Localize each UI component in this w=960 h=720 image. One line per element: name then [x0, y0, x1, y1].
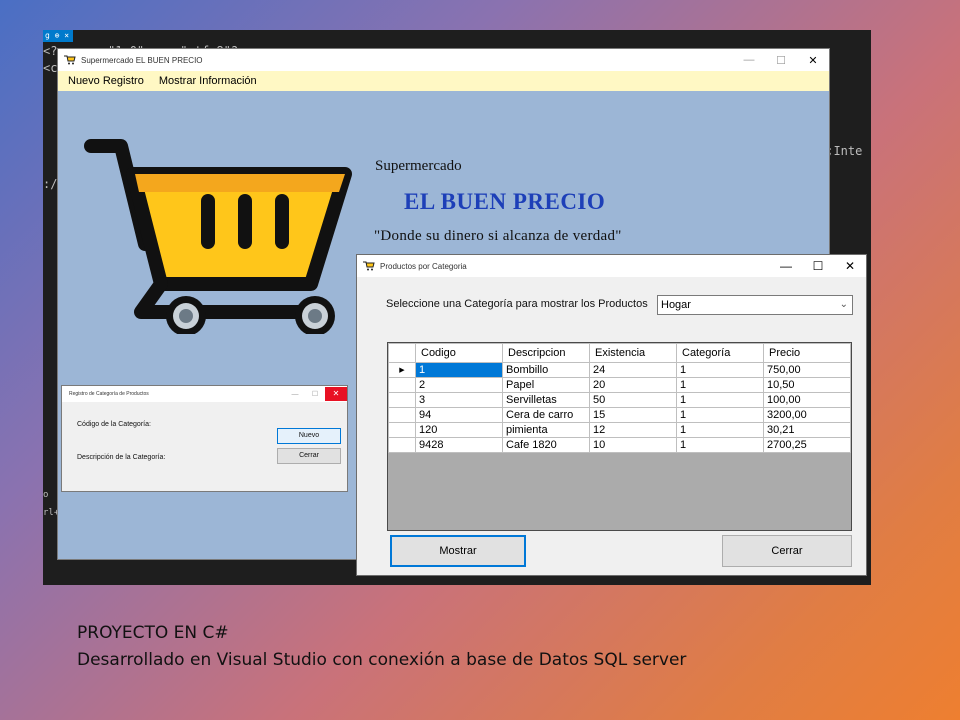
- table-cell[interactable]: 100,00: [763, 392, 851, 408]
- products-grid[interactable]: Codigo Descripcion Existencia Categoría …: [387, 342, 852, 531]
- category-select[interactable]: Hogar ⌄: [657, 295, 853, 315]
- table-cell[interactable]: 1: [676, 422, 764, 438]
- column-header-descripcion[interactable]: Descripcion: [502, 343, 590, 363]
- table-cell[interactable]: pimienta: [502, 422, 590, 438]
- table-cell[interactable]: 1: [415, 362, 503, 378]
- cart-icon: [363, 261, 375, 271]
- table-cell[interactable]: Servilletas: [502, 392, 590, 408]
- shopping-cart-logo-icon: [84, 139, 352, 334]
- products-titlebar: Productos por Categoria — ☐ ✕: [357, 255, 866, 277]
- table-cell[interactable]: 1: [676, 437, 764, 453]
- menu-item-mostrar-informacion[interactable]: Mostrar Información: [159, 75, 257, 87]
- table-cell[interactable]: 1: [676, 392, 764, 408]
- table-cell[interactable]: 2: [415, 377, 503, 393]
- column-header-existencia[interactable]: Existencia: [589, 343, 677, 363]
- table-cell[interactable]: 50: [589, 392, 677, 408]
- row-header[interactable]: [388, 437, 416, 453]
- close-products-button[interactable]: Cerrar: [722, 535, 852, 567]
- menu-item-nuevo-registro[interactable]: Nuevo Registro: [68, 75, 144, 87]
- new-button[interactable]: Nuevo: [277, 428, 341, 444]
- table-row[interactable]: 94 Cera de carro 15 1 3200,00: [388, 407, 851, 423]
- table-cell[interactable]: 2700,25: [763, 437, 851, 453]
- caption-line-1: PROYECTO EN C#: [77, 623, 229, 643]
- table-cell[interactable]: 12: [589, 422, 677, 438]
- category-prompt-label: Seleccione una Categoría para mostrar lo…: [386, 298, 648, 310]
- table-cell[interactable]: Papel: [502, 377, 590, 393]
- table-cell[interactable]: 3200,00: [763, 407, 851, 423]
- table-cell[interactable]: 1: [676, 407, 764, 423]
- table-cell[interactable]: Cera de carro: [502, 407, 590, 423]
- column-header-categoria[interactable]: Categoría: [676, 343, 764, 363]
- maximize-button[interactable]: ☐: [802, 259, 834, 273]
- row-header-corner: [388, 343, 416, 363]
- row-header[interactable]: [388, 422, 416, 438]
- close-button[interactable]: ✕: [797, 54, 829, 67]
- table-cell[interactable]: 24: [589, 362, 677, 378]
- table-cell[interactable]: 1: [676, 377, 764, 393]
- ide-code-line: o: [43, 490, 49, 500]
- category-window: Registro de Categoría de Productos — ☐ ✕…: [61, 385, 348, 492]
- close-button[interactable]: ✕: [834, 259, 866, 273]
- show-button[interactable]: Mostrar: [390, 535, 526, 567]
- products-table: Codigo Descripcion Existencia Categoría …: [388, 343, 851, 453]
- minimize-button[interactable]: —: [733, 54, 765, 66]
- close-category-button[interactable]: Cerrar: [277, 448, 341, 464]
- table-row[interactable]: 2 Papel 20 1 10,50: [388, 377, 851, 393]
- ide-tab[interactable]: g ⊕ ×: [43, 30, 73, 42]
- table-cell[interactable]: 10: [589, 437, 677, 453]
- cart-icon: [64, 55, 76, 65]
- chevron-down-icon[interactable]: ⌄: [840, 296, 848, 314]
- table-cell[interactable]: 750,00: [763, 362, 851, 378]
- category-window-title: Registro de Categoría de Productos: [69, 391, 149, 397]
- table-row[interactable]: 3 Servilletas 50 1 100,00: [388, 392, 851, 408]
- ide-code-line: :/: [43, 177, 58, 191]
- minimize-button[interactable]: —: [770, 259, 802, 273]
- products-window: Productos por Categoria — ☐ ✕ Seleccione…: [356, 254, 867, 576]
- table-row[interactable]: 9428 Cafe 1820 10 1 2700,25: [388, 437, 851, 453]
- table-row[interactable]: ▶ 1 Bombillo 24 1 750,00: [388, 362, 851, 378]
- table-cell[interactable]: 9428: [415, 437, 503, 453]
- row-header[interactable]: [388, 392, 416, 408]
- minimize-button[interactable]: —: [285, 391, 305, 398]
- main-menubar: Nuevo Registro Mostrar Información: [58, 71, 829, 91]
- main-titlebar: Supermercado EL BUEN PRECIO — ☐ ✕: [58, 49, 829, 71]
- products-window-title: Productos por Categoria: [380, 261, 467, 271]
- table-cell[interactable]: 15: [589, 407, 677, 423]
- main-window-title: Supermercado EL BUEN PRECIO: [81, 55, 203, 65]
- column-header-precio[interactable]: Precio: [763, 343, 851, 363]
- close-button[interactable]: ✕: [325, 387, 347, 401]
- table-row[interactable]: 120 pimienta 12 1 30,21: [388, 422, 851, 438]
- brand-slogan: "Donde su dinero si alcanza de verdad": [374, 228, 622, 244]
- category-titlebar: Registro de Categoría de Productos — ☐ ✕: [62, 386, 347, 402]
- maximize-button[interactable]: ☐: [305, 390, 325, 398]
- table-cell[interactable]: 94: [415, 407, 503, 423]
- brand-subtitle: Supermercado: [375, 158, 462, 174]
- row-header[interactable]: [388, 407, 416, 423]
- brand-title: EL BUEN PRECIO: [404, 189, 606, 214]
- caption-line-2: Desarrollado en Visual Studio con conexi…: [77, 650, 687, 670]
- table-cell[interactable]: 10,50: [763, 377, 851, 393]
- table-cell[interactable]: Cafe 1820: [502, 437, 590, 453]
- table-cell[interactable]: 1: [676, 362, 764, 378]
- category-code-label: Código de la Categoría:: [77, 421, 151, 428]
- table-cell[interactable]: 30,21: [763, 422, 851, 438]
- maximize-button[interactable]: ☐: [765, 54, 797, 67]
- table-cell[interactable]: 120: [415, 422, 503, 438]
- current-row-indicator-icon: ▶: [388, 362, 416, 378]
- column-header-codigo[interactable]: Codigo: [415, 343, 503, 363]
- row-header[interactable]: [388, 377, 416, 393]
- category-desc-label: Descripción de la Categoría:: [77, 454, 166, 461]
- category-select-value: Hogar: [661, 299, 691, 311]
- table-header-row: Codigo Descripcion Existencia Categoría …: [388, 343, 851, 363]
- table-cell[interactable]: 20: [589, 377, 677, 393]
- table-cell[interactable]: 3: [415, 392, 503, 408]
- table-cell[interactable]: Bombillo: [502, 362, 590, 378]
